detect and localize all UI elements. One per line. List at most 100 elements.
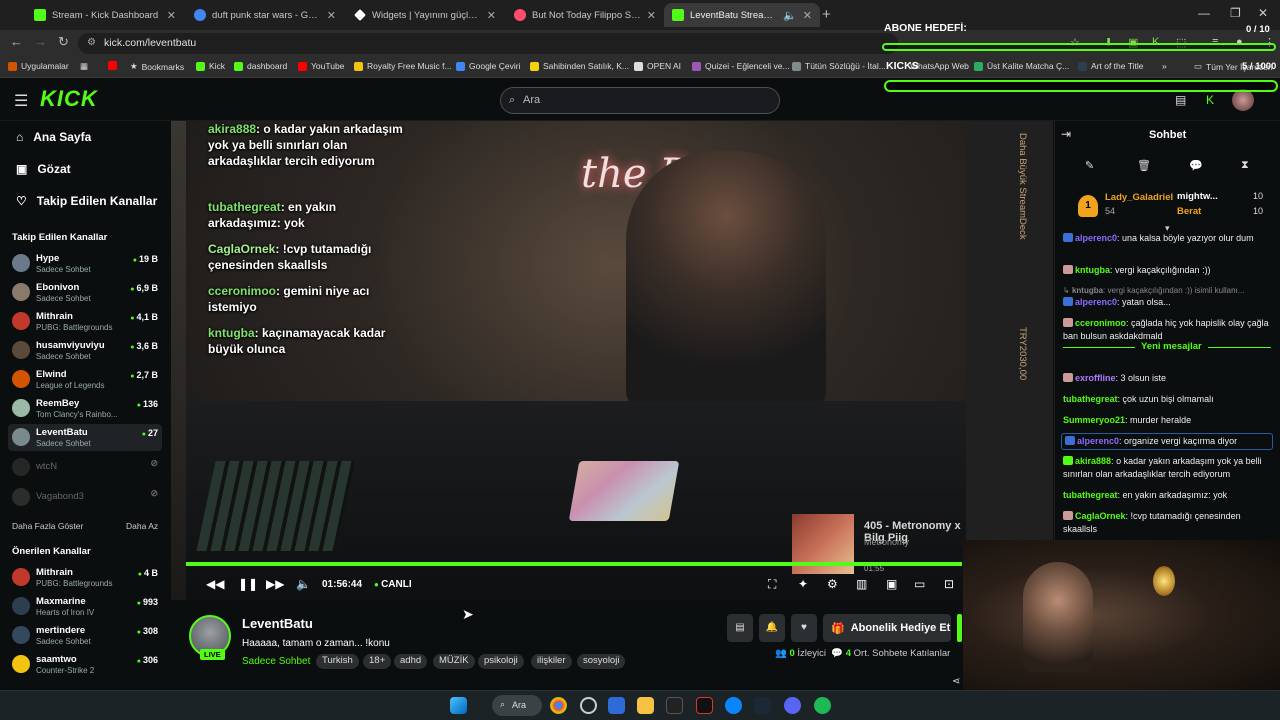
collapse-chat-icon[interactable]: ⇥: [1061, 127, 1071, 141]
stream-menu-button[interactable]: ▤: [727, 614, 753, 642]
video-player[interactable]: the Doc akira888: o kadar yakın arkadaşı…: [171, 121, 1053, 600]
bookmark-whatsapp[interactable]: WhatsApp Web: [910, 61, 969, 71]
channel-item[interactable]: saamtwoCounter-Strike 2306: [8, 651, 162, 678]
channel-item[interactable]: HypeSadece Sohbet19 B: [8, 250, 162, 277]
nav-browse[interactable]: ▣ Gözat: [16, 162, 71, 176]
follow-heart-icon[interactable]: ♥: [791, 614, 817, 642]
tag[interactable]: adhd: [394, 654, 428, 669]
streamdeck-icon[interactable]: [696, 697, 713, 714]
tab-kick-dashboard[interactable]: Stream - Kick Dashboard ✕: [26, 3, 184, 27]
settings-icon[interactable]: ⚙: [827, 577, 838, 591]
app-blue-icon[interactable]: [725, 697, 742, 714]
bookmark-grid[interactable]: ▦: [80, 61, 88, 72]
url-field[interactable]: ⚙ kick.com/leventbatu: [78, 33, 898, 54]
maximize-button[interactable]: ❐: [1230, 6, 1241, 20]
tab-leventbatu-stream[interactable]: LeventBatu Stream - Watch 🔈 ✕: [664, 3, 820, 27]
clip-icon[interactable]: ▤: [1175, 93, 1186, 107]
tab-widgets[interactable]: Widgets | Yayınını güçlendirmek ✕: [346, 3, 504, 27]
show-less-link[interactable]: Daha Az: [126, 521, 158, 531]
close-window-button[interactable]: ✕: [1258, 6, 1268, 20]
search-input[interactable]: ⌕ Ara: [500, 87, 780, 114]
notification-bell-icon[interactable]: 🔔: [759, 614, 785, 642]
spotify-icon[interactable]: [814, 697, 831, 714]
channel-item[interactable]: EbonivonSadece Sohbet6,9 B: [8, 279, 162, 306]
trash-icon[interactable]: 🗑: [1137, 159, 1151, 172]
bookmark-matcha[interactable]: Üst Kalite Matcha Ç...: [974, 61, 1069, 71]
theater-icon[interactable]: ▭: [914, 577, 925, 591]
kick-logo[interactable]: KICK: [40, 86, 98, 112]
minimize-button[interactable]: —: [1198, 6, 1210, 20]
bookmark-dashboard[interactable]: dashboard: [234, 61, 287, 71]
fullscreen-icon[interactable]: ⊡: [944, 577, 954, 591]
close-tab-icon[interactable]: ✕: [803, 9, 812, 22]
site-info-icon[interactable]: ⚙: [87, 37, 96, 48]
bookmark-quizei[interactable]: Quizei - Eğlenceli ve...: [692, 61, 790, 71]
channel-item[interactable]: ReemBeyTom Clancy's Rainbo...136: [8, 395, 162, 422]
new-tab-button[interactable]: +: [822, 6, 831, 23]
channel-item[interactable]: husamviyuviyuSadece Sohbet3,6 B: [8, 337, 162, 364]
tab-google-search[interactable]: duft punk star wars - Google'da ✕: [186, 3, 344, 27]
share-icon[interactable]: ⋖: [952, 676, 960, 687]
subscribe-button[interactable]: [957, 614, 962, 642]
hamburger-menu-icon[interactable]: ☰: [14, 91, 28, 111]
channel-item[interactable]: mertindereSadece Sohbet308: [8, 622, 162, 649]
store-icon[interactable]: [608, 697, 625, 714]
bookmark-openai[interactable]: OPEN AI: [634, 61, 681, 71]
volume-icon[interactable]: 🔈: [296, 577, 311, 591]
leaderboard-entry[interactable]: mightw...: [1177, 191, 1218, 202]
bookmark-sahibinden[interactable]: Sahibinden Satılık, K...: [530, 61, 629, 71]
discord-icon[interactable]: [784, 697, 801, 714]
pin-icon[interactable]: ✎: [1085, 159, 1094, 172]
stream-category[interactable]: Sadece Sohbet: [242, 656, 310, 667]
leaderboard-first-name[interactable]: Lady_Galadriel: [1105, 192, 1173, 203]
gift-subscription-button[interactable]: 🎁 Abonelik Hediye Et: [823, 614, 951, 642]
chrome-icon[interactable]: [550, 697, 567, 714]
bookmark-apps[interactable]: Uygulamalar: [8, 61, 69, 71]
pip-icon[interactable]: ▣: [886, 577, 897, 591]
bookmark-bookmarks[interactable]: ★ Bookmarks: [130, 61, 184, 72]
bookmark-youtube[interactable]: YouTube: [298, 61, 344, 71]
tag[interactable]: ilişkiler: [531, 654, 572, 669]
back-icon[interactable]: ←: [10, 34, 23, 49]
tag[interactable]: 18+: [363, 654, 392, 669]
clip-icon[interactable]: ⛶: [768, 577, 776, 592]
show-more-link[interactable]: Daha Fazla Göster: [12, 521, 83, 531]
channel-item[interactable]: MaxmarineHearts of Iron IV993: [8, 593, 162, 620]
taskbar-search[interactable]: ⌕ Ara: [492, 695, 542, 716]
user-avatar[interactable]: [1232, 89, 1254, 111]
obs-icon[interactable]: [580, 697, 597, 714]
channel-item-active[interactable]: LeventBatuSadece Sohbet27: [8, 424, 162, 451]
forward-icon[interactable]: ▶▶: [266, 577, 284, 591]
close-tab-icon[interactable]: ✕: [167, 9, 176, 22]
bookmark-tutun[interactable]: Tütün Sözlüğü - İtal...: [792, 61, 886, 71]
video-progress-bar[interactable]: [186, 562, 962, 566]
channel-item[interactable]: MithrainPUBG: Battlegrounds4 B: [8, 564, 162, 591]
mute-tab-icon[interactable]: 🔈: [783, 9, 797, 22]
close-tab-icon[interactable]: ✕: [327, 9, 336, 22]
hourglass-icon[interactable]: ⧗: [1241, 159, 1249, 172]
file-explorer-icon[interactable]: [637, 697, 654, 714]
more-bookmarks-icon[interactable]: »: [1162, 61, 1167, 71]
windows-start-icon[interactable]: [450, 697, 467, 714]
tag[interactable]: psikoloji: [478, 654, 524, 669]
close-tab-icon[interactable]: ✕: [487, 9, 496, 22]
streamer-name[interactable]: LeventBatu: [242, 616, 313, 631]
bookmark-kick[interactable]: Kick: [196, 61, 225, 71]
leaderboard-entry[interactable]: Berat: [1177, 206, 1201, 217]
tab-but-not-today[interactable]: But Not Today Filippo Sorcinelli ✕: [506, 3, 664, 27]
channel-item[interactable]: MithrainPUBG: Battlegrounds4,1 B: [8, 308, 162, 335]
stats-icon[interactable]: ▥: [856, 577, 867, 591]
steam-icon[interactable]: [754, 697, 771, 714]
channel-item-offline[interactable]: wtcN ⊘: [8, 454, 162, 481]
forward-icon[interactable]: →: [34, 34, 47, 49]
nav-home[interactable]: ⌂ Ana Sayfa: [16, 130, 91, 144]
message-icon[interactable]: 💬: [1189, 159, 1203, 172]
rewind-icon[interactable]: ◀◀: [206, 577, 224, 591]
close-tab-icon[interactable]: ✕: [647, 9, 656, 22]
kick-coins-icon[interactable]: K: [1206, 93, 1214, 107]
tag[interactable]: MÜZİK: [433, 654, 475, 669]
bookmark-royalty-free[interactable]: Royalty Free Music f...: [354, 61, 452, 71]
sparkle-icon[interactable]: ✦: [798, 577, 808, 591]
channel-item[interactable]: ElwindLeague of Legends2,7 B: [8, 366, 162, 393]
bookmark-art-of-title[interactable]: Art of the Title: [1078, 61, 1143, 71]
